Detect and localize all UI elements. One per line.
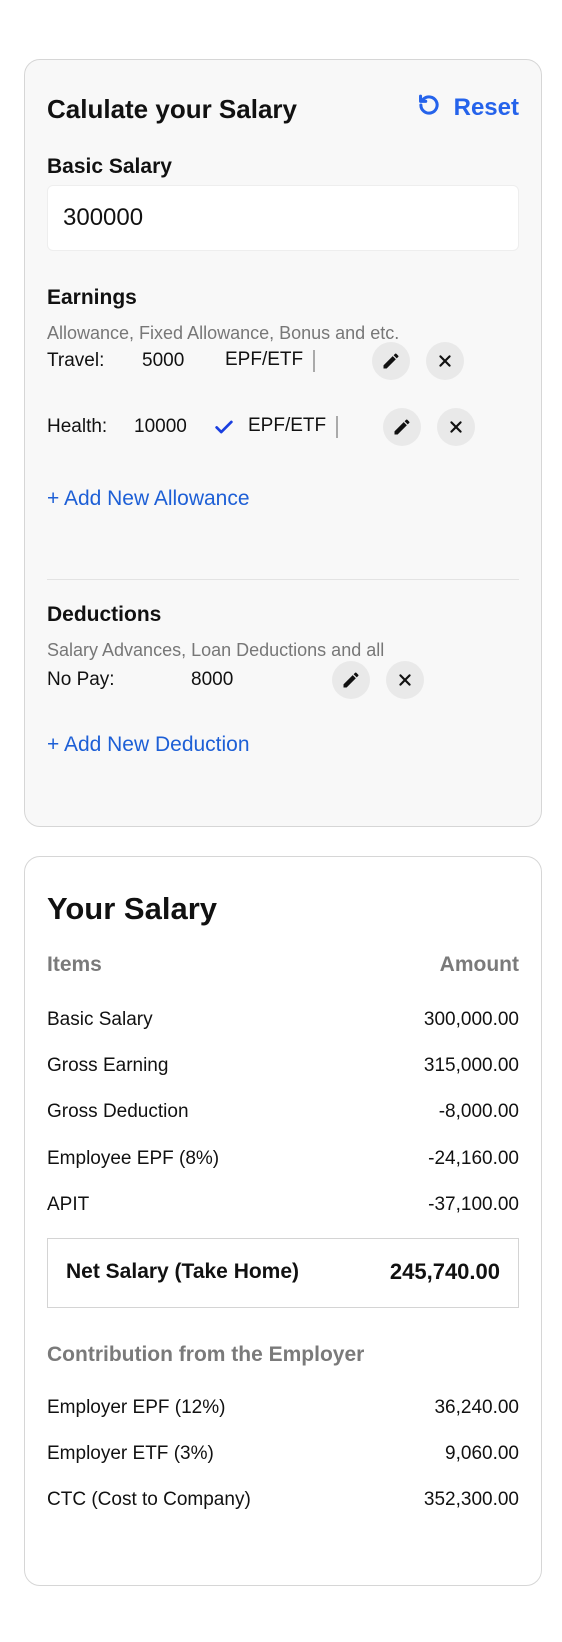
row-value: 300,000.00 (423, 1009, 519, 1030)
basic-salary-label: Basic Salary (47, 155, 172, 178)
deduction-amount: 8000 (191, 669, 234, 690)
deductions-title: Deductions (47, 603, 162, 626)
net-salary-value: 245,740.00 (389, 1259, 500, 1284)
employer-row-value: 9,060.00 (445, 1443, 519, 1464)
earning-row-health: Health: 10000 EPF/ETF (25, 407, 543, 447)
reset-icon (416, 92, 454, 123)
earning-row-travel: Travel: 5000 EPF/ETF (25, 341, 543, 381)
row-label: APIT (47, 1194, 90, 1215)
items-column-header: Items (47, 953, 102, 976)
epf-etf-label: EPF/ETF (225, 349, 304, 370)
row-label: Basic Salary (47, 1009, 153, 1030)
net-salary-label: Net Salary (Take Home) (66, 1260, 300, 1283)
employer-row-label: Employer ETF (3%) (47, 1443, 214, 1464)
earning-name: Health: (47, 416, 108, 437)
employer-row-label: CTC (Cost to Company) (47, 1489, 251, 1510)
section-divider (47, 579, 519, 580)
row-value: 315,000.00 (423, 1055, 519, 1076)
row-label: Gross Deduction (47, 1101, 189, 1122)
remove-button[interactable] (386, 661, 424, 699)
add-deduction-link[interactable]: + Add New Deduction (47, 733, 250, 757)
basic-salary-input[interactable] (47, 185, 519, 251)
edit-button[interactable] (372, 342, 410, 380)
edit-icon (343, 672, 359, 688)
employer-row-value: 352,300.00 (423, 1489, 519, 1510)
add-allowance-link[interactable]: + Add New Allowance (47, 487, 250, 511)
row-label: Employee EPF (8%) (47, 1148, 220, 1169)
earnings-title: Earnings (47, 286, 137, 309)
check-icon (213, 416, 235, 438)
row-value: -37,100.00 (428, 1194, 519, 1215)
remove-button[interactable] (437, 408, 475, 446)
separator (336, 416, 338, 438)
row-value: -8,000.00 (438, 1101, 519, 1122)
earning-name: Travel: (47, 350, 105, 371)
remove-button[interactable] (426, 342, 464, 380)
net-salary-box: Net Salary (Take Home) 245,740.00 (47, 1238, 519, 1308)
close-icon (399, 674, 411, 686)
calculator-title: Calulate your Salary (47, 94, 297, 124)
employer-row-value: 36,240.00 (434, 1397, 519, 1418)
row-value: -24,160.00 (428, 1148, 519, 1169)
salary-title: Your Salary (47, 891, 218, 926)
edit-button[interactable] (383, 408, 421, 446)
close-icon (439, 355, 451, 367)
salary-calculator-card: Calulate your Salary Reset Basic Salary … (24, 59, 542, 827)
employer-row-label: Employer EPF (12%) (47, 1397, 226, 1418)
edit-button[interactable] (332, 661, 370, 699)
earning-amount: 10000 (134, 416, 187, 437)
close-icon (450, 421, 462, 433)
deduction-name: No Pay: (47, 669, 115, 690)
earning-amount: 5000 (142, 350, 185, 371)
edit-icon (394, 419, 410, 435)
deductions-subtitle: Salary Advances, Loan Deductions and all (47, 640, 385, 660)
deduction-row-no-pay: No Pay: 8000 (25, 660, 543, 700)
edit-icon (383, 353, 399, 369)
employer-contribution-title: Contribution from the Employer (47, 1343, 365, 1366)
epf-etf-label: EPF/ETF (248, 415, 327, 436)
separator (313, 350, 315, 372)
reset-button[interactable]: Reset (416, 92, 519, 123)
salary-result-card: Your Salary Items Amount Basic Salary 30… (24, 856, 542, 1586)
reset-label: Reset (453, 93, 519, 121)
amount-column-header: Amount (439, 953, 519, 976)
row-label: Gross Earning (47, 1055, 169, 1076)
